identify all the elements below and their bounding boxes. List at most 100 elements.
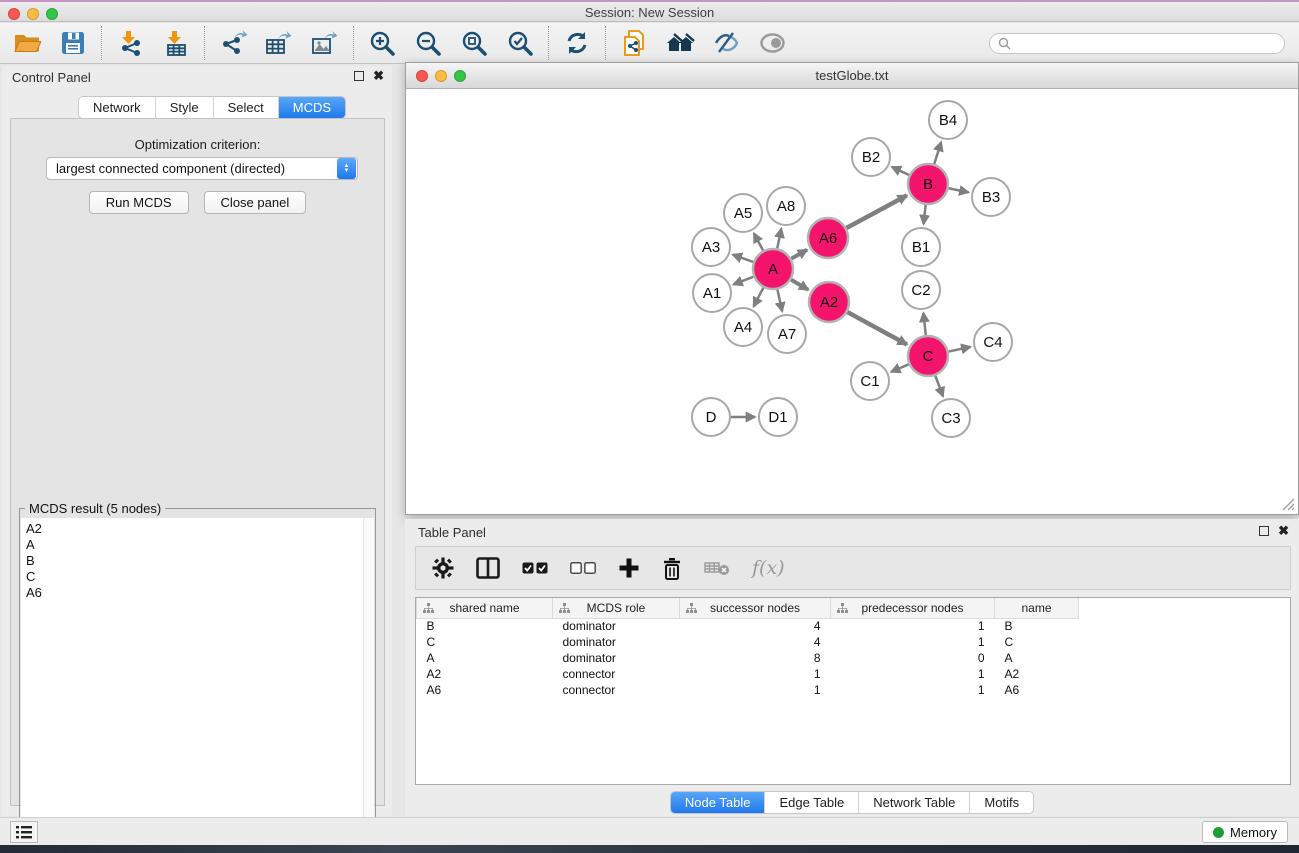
graph-node-C3[interactable]: C3 xyxy=(932,399,970,437)
mcds-result-item[interactable]: A xyxy=(26,537,374,553)
graph-edge-B-B1[interactable] xyxy=(924,205,926,224)
graph-edge-A-A5[interactable] xyxy=(754,233,763,250)
zoom-fit-icon[interactable] xyxy=(459,28,489,58)
graph-node-C1[interactable]: C1 xyxy=(851,362,889,400)
search-field[interactable] xyxy=(989,33,1285,54)
hide-overview-icon[interactable] xyxy=(711,28,741,58)
tab-network[interactable]: Network xyxy=(79,97,156,118)
export-image-icon[interactable] xyxy=(310,28,340,58)
zoom-out-icon[interactable] xyxy=(413,28,443,58)
graph-node-A1[interactable]: A1 xyxy=(693,274,731,312)
resize-grip-icon[interactable] xyxy=(1282,498,1295,511)
graph-node-D1[interactable]: D1 xyxy=(759,398,797,436)
float-panel-icon[interactable] xyxy=(354,71,364,81)
tab-node-table[interactable]: Node Table xyxy=(671,792,766,813)
graph-node-B4[interactable]: B4 xyxy=(929,101,967,139)
import-table-icon[interactable] xyxy=(161,28,191,58)
graph-edge-A-A6[interactable] xyxy=(791,250,807,259)
graph-edge-B-B4[interactable] xyxy=(934,142,941,164)
graph-edge-A-A1[interactable] xyxy=(733,277,753,285)
deselect-all-icon[interactable] xyxy=(570,562,596,574)
column-header-successor-nodes[interactable]: successor nodes xyxy=(680,598,831,618)
zoom-in-icon[interactable] xyxy=(367,28,397,58)
graph-edge-C-C2[interactable] xyxy=(923,313,925,335)
graph-node-A8[interactable]: A8 xyxy=(767,187,805,225)
column-header-mcds-role[interactable]: MCDS role xyxy=(553,598,680,618)
add-column-icon[interactable] xyxy=(618,557,640,579)
graph-node-D[interactable]: D xyxy=(692,398,730,436)
graph-node-A[interactable]: A xyxy=(753,249,793,289)
export-network-icon[interactable] xyxy=(218,28,248,58)
import-network-icon[interactable] xyxy=(115,28,145,58)
tab-motifs[interactable]: Motifs xyxy=(970,792,1033,813)
table-row[interactable]: A6connector11A6 xyxy=(417,682,1079,698)
tab-edge-table[interactable]: Edge Table xyxy=(765,792,859,813)
graph-node-B2[interactable]: B2 xyxy=(852,138,890,176)
network-window-titlebar[interactable]: testGlobe.txt xyxy=(406,63,1298,89)
graph-edge-C-C4[interactable] xyxy=(949,347,971,352)
task-history-button[interactable] xyxy=(10,821,38,843)
memory-button[interactable]: Memory xyxy=(1202,821,1288,843)
graph-edge-A-A4[interactable] xyxy=(754,288,764,307)
graph-node-B[interactable]: B xyxy=(908,164,948,204)
select-all-icon[interactable] xyxy=(522,562,548,574)
tab-mcds[interactable]: MCDS xyxy=(279,97,345,118)
graph-edge-A2-C[interactable] xyxy=(847,312,906,344)
close-panel-button[interactable]: Close panel xyxy=(204,191,307,214)
optimization-criterion-dropdown[interactable]: largest connected component (directed) ▲… xyxy=(46,157,358,180)
home-view-icon[interactable] xyxy=(665,28,695,58)
graph-node-A4[interactable]: A4 xyxy=(724,308,762,346)
close-panel-icon[interactable]: ✖ xyxy=(373,71,384,81)
zoom-selected-icon[interactable] xyxy=(505,28,535,58)
show-overview-icon[interactable] xyxy=(757,28,787,58)
tab-select[interactable]: Select xyxy=(214,97,279,118)
open-session-icon[interactable] xyxy=(12,28,42,58)
settings-gear-icon[interactable] xyxy=(432,557,454,579)
column-header-name[interactable]: name xyxy=(995,598,1079,618)
graph-node-B1[interactable]: B1 xyxy=(902,228,940,266)
mcds-result-item[interactable]: A6 xyxy=(26,585,374,601)
graph-edge-A-A8[interactable] xyxy=(777,229,781,249)
graph-node-C4[interactable]: C4 xyxy=(974,323,1012,361)
mcds-result-item[interactable]: A2 xyxy=(26,521,374,537)
export-table-icon[interactable] xyxy=(264,28,294,58)
network-canvas[interactable]: B4 B2 B B3 A8A5 A6 A3 B1 A A1 C2 A2 A4A7 C4 C C1 C3 D D1 xyxy=(407,89,1297,513)
table-row[interactable]: Adominator80A xyxy=(417,650,1079,666)
graph-node-A5[interactable]: A5 xyxy=(724,194,762,232)
graph-edge-B-B3[interactable] xyxy=(949,188,969,192)
graph-edge-A-A2[interactable] xyxy=(791,280,808,290)
graph-edge-A-A3[interactable] xyxy=(733,255,754,262)
tab-style[interactable]: Style xyxy=(156,97,214,118)
graph-node-A2[interactable]: A2 xyxy=(809,282,849,322)
close-table-panel-icon[interactable]: ✖ xyxy=(1278,526,1289,536)
graph-edge-A-A7[interactable] xyxy=(777,290,782,312)
column-header-predecessor-nodes[interactable]: predecessor nodes xyxy=(831,598,995,618)
table-row[interactable]: Cdominator41C xyxy=(417,634,1079,650)
delete-table-icon[interactable] xyxy=(704,560,730,576)
graph-node-A7[interactable]: A7 xyxy=(768,315,806,353)
graph-edge-C-C1[interactable] xyxy=(891,364,909,372)
graph-edge-C-C3[interactable] xyxy=(935,376,943,397)
refresh-icon[interactable] xyxy=(562,28,592,58)
copy-network-icon[interactable] xyxy=(619,28,649,58)
graph-node-A6[interactable]: A6 xyxy=(808,218,848,258)
mcds-result-scrollbar[interactable] xyxy=(363,518,374,847)
graph-node-C[interactable]: C xyxy=(908,336,948,376)
graph-node-B3[interactable]: B3 xyxy=(972,178,1010,216)
graph-node-A3[interactable]: A3 xyxy=(692,228,730,266)
table-row[interactable]: A2connector11A2 xyxy=(417,666,1079,682)
run-mcds-button[interactable]: Run MCDS xyxy=(89,191,189,214)
graph-edge-A6-B[interactable] xyxy=(846,195,906,228)
mcds-result-item[interactable]: C xyxy=(26,569,374,585)
save-session-icon[interactable] xyxy=(58,28,88,58)
graph-edge-B-B2[interactable] xyxy=(892,167,909,175)
search-input[interactable] xyxy=(1016,36,1276,50)
table-row[interactable]: Bdominator41B xyxy=(417,618,1079,634)
column-header-shared-name[interactable]: shared name xyxy=(417,598,553,618)
function-builder-icon[interactable]: f(x) xyxy=(752,557,785,579)
split-table-icon[interactable] xyxy=(476,557,500,579)
tab-network-table[interactable]: Network Table xyxy=(859,792,970,813)
delete-column-icon[interactable] xyxy=(662,557,682,580)
float-table-panel-icon[interactable] xyxy=(1259,526,1269,536)
graph-node-C2[interactable]: C2 xyxy=(902,271,940,309)
